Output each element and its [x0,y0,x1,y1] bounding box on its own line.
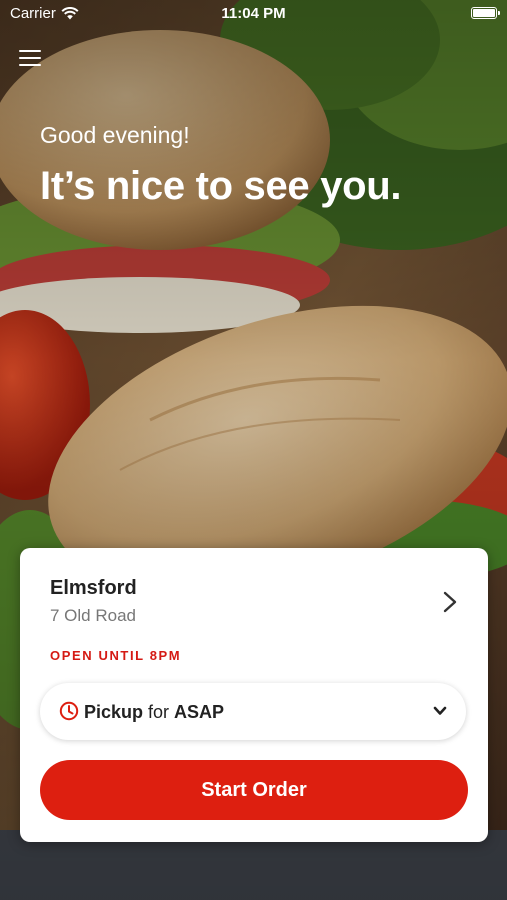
store-card: Elmsford 7 Old Road OPEN UNTIL 8PM Picku… [20,548,488,842]
start-order-button[interactable]: Start Order [40,760,468,820]
clock-icon [59,701,79,721]
hamburger-menu-icon[interactable] [19,48,41,67]
chevron-down-icon[interactable] [432,704,448,718]
pickup-time-selector[interactable]: Pickup for ASAP [40,683,466,740]
clock-time: 11:04 PM [221,5,286,22]
battery-icon [471,7,500,19]
store-name[interactable]: Elmsford [50,577,137,600]
pickup-label: Pickup for ASAP [84,702,224,723]
status-bar: Carrier 11:04 PM [0,0,507,28]
store-address: 7 Old Road [50,606,136,625]
welcome-headline: It’s nice to see you. [40,164,402,208]
chevron-right-icon[interactable] [440,590,460,614]
greeting-text: Good evening! [40,122,190,148]
pickup-mode: Pickup [84,702,144,722]
pickup-connector: for [143,702,175,722]
store-hours: OPEN UNTIL 8PM [50,648,182,663]
pickup-time: ASAP [174,702,225,722]
